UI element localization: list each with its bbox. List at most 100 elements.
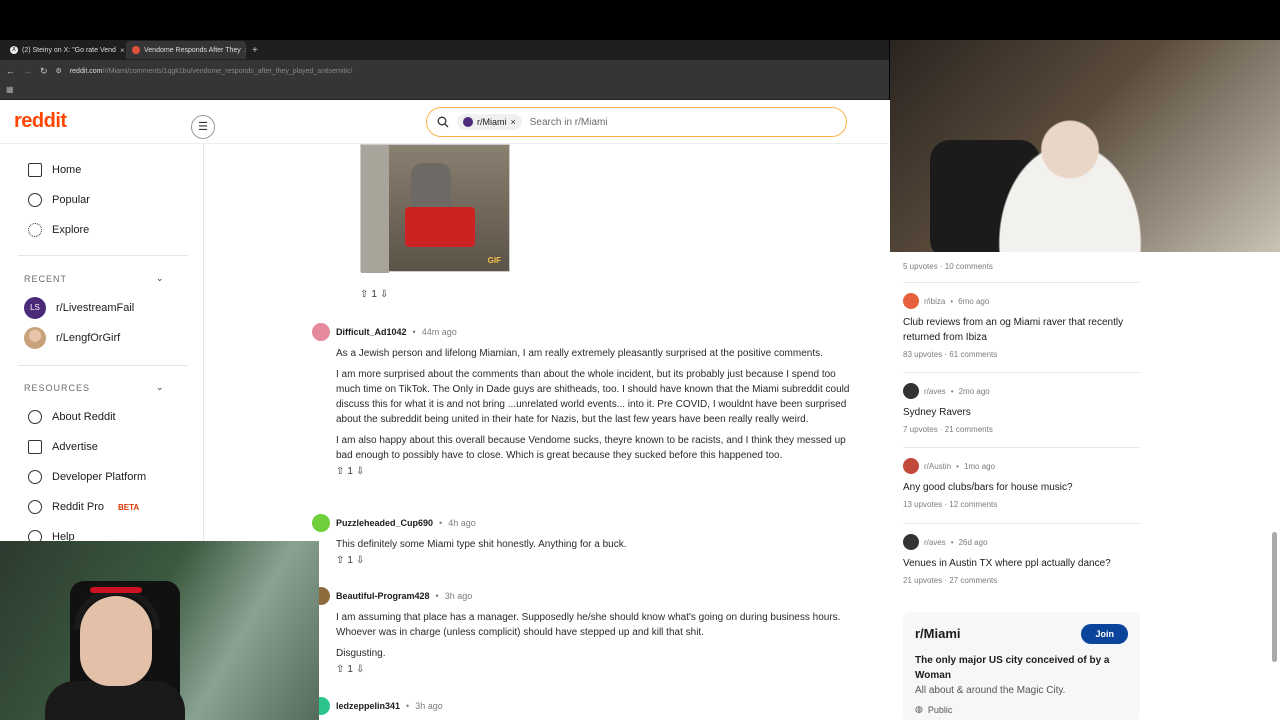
tab-label: Vendome Responds After They xyxy=(144,46,241,54)
browser-tab-x[interactable]: X (2) Steiny on X: "Go rate Vend × xyxy=(4,41,124,59)
join-button[interactable]: Join xyxy=(1081,624,1128,644)
divider xyxy=(18,255,188,256)
related-post-subreddit[interactable]: r/aves xyxy=(924,387,946,396)
comment-votes: ⇧ 1 ⇩ xyxy=(336,555,856,566)
comment-time: 4h ago xyxy=(448,518,476,528)
search-bar[interactable]: r/Miami × Search in r/Miami xyxy=(426,107,847,137)
sidebar-item-popular[interactable]: Popular xyxy=(28,193,90,207)
sidebar-item-developer-platform[interactable]: Developer Platform xyxy=(28,470,146,484)
sidebar-item-label: Reddit Pro xyxy=(52,501,104,513)
related-post-title[interactable]: Any good clubs/bars for house music? xyxy=(903,480,1138,495)
sidebar-item-home[interactable]: Home xyxy=(28,163,81,177)
subreddit-avatar-icon xyxy=(903,458,919,474)
collapse-sidebar-button[interactable]: ☰ xyxy=(191,115,215,139)
explore-icon xyxy=(28,223,42,237)
back-icon[interactable]: ← xyxy=(6,66,15,76)
browser-tab-reddit[interactable]: Vendome Responds After They × xyxy=(126,41,246,59)
comment-time: 3h ago xyxy=(415,701,443,711)
related-post-time: 6mo ago xyxy=(958,296,990,306)
divider xyxy=(903,523,1140,524)
chevron-down-icon[interactable]: ⌄ xyxy=(156,382,164,393)
related-post-stats: 7 upvotes · 21 comments xyxy=(903,425,993,434)
tab-close-icon[interactable]: × xyxy=(245,46,246,55)
megaphone-icon xyxy=(28,440,42,454)
subreddit-about: All about & around the Magic City. xyxy=(915,685,1066,696)
comment-paragraph: This definitely some Miami type shit hon… xyxy=(336,539,627,550)
sidebar-item-about-reddit[interactable]: About Reddit xyxy=(28,410,116,424)
related-post-time: 1mo ago xyxy=(963,461,996,471)
downvote-icon[interactable]: ⇩ xyxy=(356,466,364,477)
sidebar-item-label: Popular xyxy=(52,194,90,206)
forward-icon[interactable]: → xyxy=(23,66,32,76)
comment-body: I am assuming that place has a manager. … xyxy=(336,610,856,661)
subreddit-description: The only major US city conceived of by a… xyxy=(915,655,1110,681)
sidebar-item-advertise[interactable]: Advertise xyxy=(28,440,98,454)
downvote-icon[interactable]: ⇩ xyxy=(356,664,364,675)
upvote-icon[interactable]: ⇧ xyxy=(360,289,368,300)
search-icon xyxy=(437,116,449,128)
related-post-subreddit[interactable]: r/Austin xyxy=(924,462,951,471)
sidebar-item-lengforgirf[interactable]: r/LengfOrGirf xyxy=(24,327,120,349)
related-post-subreddit[interactable]: r/ibiza xyxy=(924,297,945,306)
divider xyxy=(903,372,1140,373)
resources-heading[interactable]: RESOURCES xyxy=(24,383,90,393)
comment: ledzeppelin341 • 3h ago xyxy=(312,697,856,715)
related-post[interactable]: r/ibiza • 6mo ago Club reviews from an og … xyxy=(903,293,1138,359)
post-gif-image[interactable]: GIF xyxy=(360,144,510,273)
comment-body: This definitely some Miami type shit hon… xyxy=(336,537,856,552)
url-path: /r/Miami/comments/1qgk1bu/vendome_respon… xyxy=(102,67,353,75)
related-post-subreddit[interactable]: r/aves xyxy=(924,538,946,547)
recent-heading[interactable]: RECENT xyxy=(24,274,67,284)
related-post[interactable]: r/Austin • 1mo ago Any good clubs/bars for… xyxy=(903,458,1138,509)
comment-author[interactable]: ledzeppelin341 xyxy=(336,701,400,711)
subreddit-avatar-icon xyxy=(903,534,919,550)
search-scope-chip[interactable]: r/Miami × xyxy=(457,114,522,130)
divider xyxy=(18,365,188,366)
comment: Puzzleheaded_Cup690 • 4h ago This definite… xyxy=(312,514,856,566)
tab-close-icon[interactable]: × xyxy=(120,46,124,55)
reload-icon[interactable]: ↻ xyxy=(40,66,48,77)
comment-author[interactable]: Difficult_Ad1042 xyxy=(336,327,407,337)
sidebar-item-livestreamfail[interactable]: LS r/LivestreamFail xyxy=(24,297,134,319)
doorway-graphic xyxy=(361,145,389,273)
comment-author[interactable]: Puzzleheaded_Cup690 xyxy=(336,518,433,528)
popular-icon xyxy=(28,193,42,207)
sidebar-item-reddit-pro[interactable]: Reddit Pro BETA xyxy=(28,500,139,514)
sidebar-item-explore[interactable]: Explore xyxy=(28,223,89,237)
search-input[interactable]: Search in r/Miami xyxy=(530,117,608,128)
divider xyxy=(903,282,1140,283)
chevron-down-icon[interactable]: ⌄ xyxy=(156,273,164,284)
upvote-icon[interactable]: ⇧ xyxy=(336,555,344,566)
related-post[interactable]: r/aves • 2mo ago Sydney Ravers 7 upvotes ·… xyxy=(903,383,1138,434)
home-icon xyxy=(28,163,42,177)
new-tab-button[interactable]: + xyxy=(248,45,262,56)
comment-author[interactable]: Beautiful-Program428 xyxy=(336,591,430,601)
related-post[interactable]: 5 upvotes · 10 comments xyxy=(903,262,1138,271)
sidebar-item-label: Advertise xyxy=(52,441,98,453)
downvote-icon[interactable]: ⇩ xyxy=(380,289,388,300)
site-info-icon[interactable]: ⚙ xyxy=(56,67,62,75)
downvote-icon[interactable]: ⇩ xyxy=(356,555,364,566)
chip-close-icon[interactable]: × xyxy=(511,117,516,127)
sidebar-item-label: r/LengfOrGirf xyxy=(56,332,121,344)
upvote-icon[interactable]: ⇧ xyxy=(336,466,344,477)
globe-icon: ◍ xyxy=(915,704,923,714)
url-field[interactable]: reddit.com/r/Miami/comments/1qgk1bu/vend… xyxy=(70,68,353,75)
reddit-logo[interactable]: reddit xyxy=(14,110,67,133)
apps-grid-icon[interactable]: ▦ xyxy=(6,86,14,94)
divider xyxy=(903,447,1140,448)
related-post-title[interactable]: Venues in Austin TX where ppl actually d… xyxy=(903,556,1138,571)
search-scope-label: r/Miami xyxy=(477,117,507,127)
reddit-favicon-icon xyxy=(132,46,140,54)
streamer-webcam-right xyxy=(890,40,1280,252)
subreddit-visibility: ◍ Public xyxy=(915,704,1128,715)
related-post[interactable]: r/aves • 26d ago Venues in Austin TX where… xyxy=(903,534,1138,585)
related-post-title[interactable]: Club reviews from an og Miami raver that… xyxy=(903,315,1138,345)
related-post-title[interactable]: Sydney Ravers xyxy=(903,405,1138,420)
user-avatar[interactable] xyxy=(312,323,330,341)
comment-paragraph: Disgusting. xyxy=(336,648,386,659)
page-scrollbar[interactable] xyxy=(1272,532,1277,662)
comment-paragraph: As a Jewish person and lifelong Miamian,… xyxy=(336,348,823,359)
user-avatar[interactable] xyxy=(312,514,330,532)
upvote-icon[interactable]: ⇧ xyxy=(336,664,344,675)
